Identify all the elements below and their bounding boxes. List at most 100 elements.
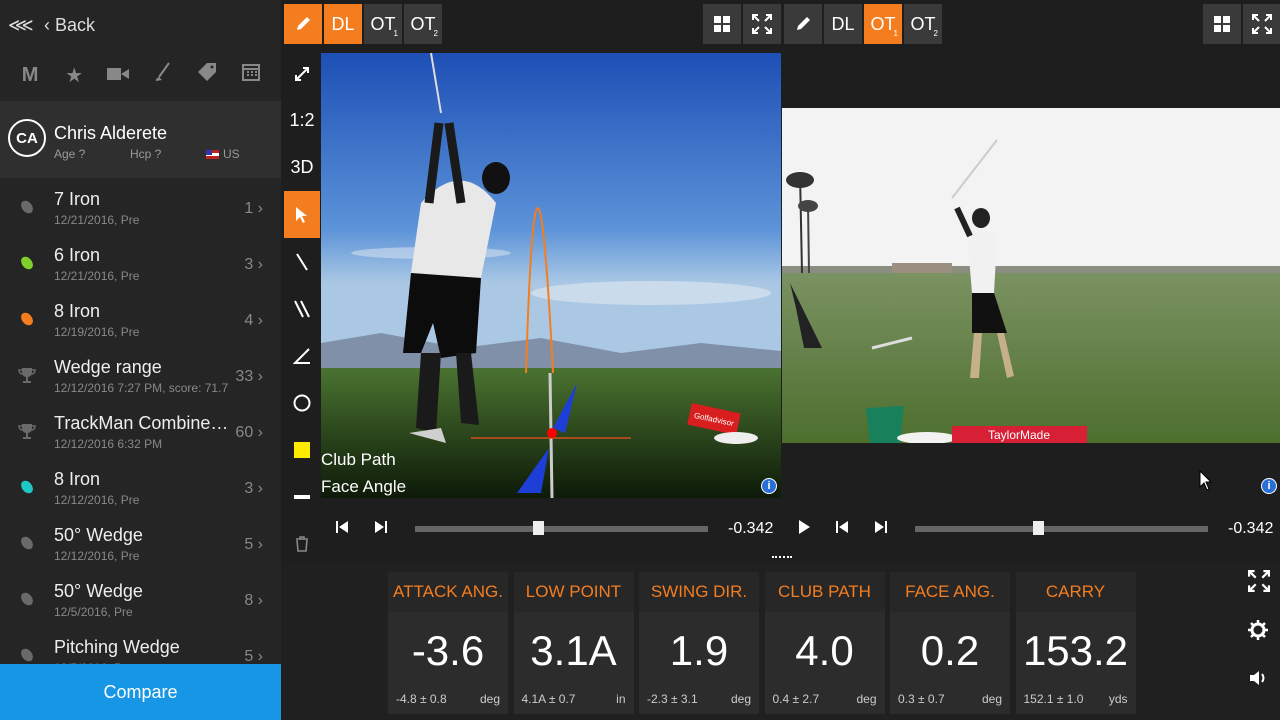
session-item[interactable]: 50° Wedge 12/12/2016, Pre 5 › [0, 514, 281, 570]
compare-button[interactable]: Compare [0, 664, 281, 720]
left-scrubber-handle[interactable] [533, 521, 545, 535]
ot2-view-button[interactable]: OT 2 [404, 4, 442, 44]
session-item[interactable]: 50° Wedge 12/5/2016, Pre 8 › [0, 570, 281, 626]
session-count: 3 › [244, 480, 263, 498]
session-item[interactable]: 8 Iron 12/12/2016, Pre 3 › [0, 458, 281, 514]
back-button[interactable]: ‹ Back [44, 15, 95, 36]
double-line-tool[interactable] [284, 285, 320, 332]
trash-icon [296, 535, 308, 552]
resize-tool[interactable] [284, 50, 320, 97]
left-rewind-button[interactable] [334, 519, 350, 540]
session-item[interactable]: Wedge range 12/12/2016 7:27 PM, score: 7… [0, 346, 281, 402]
filter-bar: M ★ [0, 50, 281, 100]
session-item[interactable]: 7 Iron 12/21/2016, Pre 1 › [0, 178, 281, 234]
right-scrubber-handle[interactable] [1033, 521, 1045, 535]
metrics-fullscreen-button[interactable] [1248, 570, 1270, 598]
skip-forward-icon [875, 521, 887, 533]
grid-button[interactable] [703, 4, 741, 44]
metric-card[interactable]: LOW POINT 3.1A 4.1A ± 0.7 in [513, 572, 634, 714]
right-rewind-button[interactable] [834, 519, 850, 540]
right-ot2-view-button[interactable]: OT 2 [904, 4, 942, 44]
circle-tool[interactable] [284, 379, 320, 426]
ball-icon [18, 534, 36, 552]
expand-icon [1252, 14, 1272, 34]
session-item[interactable]: 8 Iron 12/19/2016, Pre 4 › [0, 290, 281, 346]
player-card[interactable]: CA Chris Alderete Age ? Hcp ? US [0, 101, 281, 178]
ot1-view-button[interactable]: OT 1 [364, 4, 402, 44]
right-dl-view-button[interactable]: DL [824, 4, 862, 44]
grid-icon [714, 16, 730, 32]
flag-icon [206, 149, 219, 159]
ball-icon [18, 198, 36, 216]
left-forward-button[interactable] [373, 519, 389, 540]
session-name: TrackMan Combine T... [54, 413, 229, 433]
left-scrubber[interactable] [415, 518, 708, 540]
metric-card[interactable]: CARRY 153.2 152.1 ± 1.0 yds [1015, 572, 1136, 714]
session-item[interactable]: 6 Iron 12/21/2016, Pre 3 › [0, 234, 281, 290]
ratio-tool[interactable]: 1:2 [284, 97, 320, 144]
overlay-club-path: Club Path [321, 450, 396, 469]
metric-label: FACE ANG. [890, 572, 1010, 612]
right-ot1-view-button[interactable]: OT 1 [864, 4, 902, 44]
calendar-icon[interactable] [237, 63, 265, 87]
3d-tool[interactable]: 3D [284, 144, 320, 191]
session-count: 4 › [244, 312, 263, 330]
tag-icon[interactable] [193, 62, 221, 88]
delete-tool[interactable] [284, 520, 320, 567]
metric-card[interactable]: SWING DIR. 1.9 -2.3 ± 3.1 deg [639, 572, 759, 714]
color-picker[interactable] [284, 426, 320, 473]
session-name: Pitching Wedge [54, 637, 180, 657]
right-scrubber[interactable] [915, 518, 1208, 540]
chevron-right-icon: › [257, 480, 263, 497]
settings-button[interactable] [1248, 620, 1270, 646]
trophy-icon [18, 366, 36, 384]
chevron-right-icon: › [257, 256, 263, 273]
fullscreen-button[interactable] [743, 4, 781, 44]
video-face-on[interactable]: TaylorMade [782, 108, 1280, 443]
session-count: 5 › [244, 536, 263, 554]
metric-card[interactable]: FACE ANG. 0.2 0.3 ± 0.7 deg [890, 572, 1010, 714]
club-icon[interactable] [149, 62, 177, 88]
right-play-button[interactable] [796, 519, 812, 540]
collapse-icon[interactable]: ⋘ [8, 15, 34, 36]
left-scrubber-track [415, 526, 708, 532]
metric-unit: deg [730, 692, 751, 706]
session-date: 12/12/2016, Pre [54, 493, 140, 507]
dl-view-button[interactable]: DL [324, 4, 362, 44]
info-icon[interactable]: i [1261, 478, 1277, 494]
info-icon[interactable]: i [761, 478, 777, 494]
draw-tool-button[interactable] [284, 4, 322, 44]
app-window: ⋘ ‹ Back M ★ CA Chris Alderete Age ? Hcp… [0, 0, 1280, 720]
session-item[interactable]: Pitching Wedge 12/5/2016, Pre 5 › [0, 626, 281, 664]
right-grid-button[interactable] [1203, 4, 1241, 44]
expand-icon [752, 14, 772, 34]
right-forward-button[interactable] [873, 519, 889, 540]
metrics-panel: ATTACK ANG. -3.6 -4.8 ± 0.8 deg LOW POIN… [282, 562, 1280, 720]
star-icon[interactable]: ★ [60, 63, 88, 88]
metric-card[interactable]: CLUB PATH 4.0 0.4 ± 2.7 deg [764, 572, 885, 714]
metric-card[interactable]: ATTACK ANG. -3.6 -4.8 ± 0.8 deg [388, 572, 508, 714]
session-item[interactable]: TrackMan Combine T... 12/12/2016 6:32 PM… [0, 402, 281, 458]
session-name: Wedge range [54, 357, 162, 377]
select-tool[interactable] [284, 191, 320, 238]
left-view-controls [703, 4, 781, 44]
chevron-right-icon: › [257, 424, 263, 441]
sidebar-topbar: ⋘ ‹ Back [0, 0, 281, 50]
filter-m[interactable]: M [16, 64, 44, 87]
right-draw-tool-button[interactable] [784, 4, 822, 44]
metric-value: 3.1A [530, 627, 617, 674]
panel-resize-handle[interactable] [772, 556, 792, 560]
video-down-the-line[interactable]: Golfadvisor [321, 53, 781, 498]
session-count-value: 4 [244, 312, 254, 329]
line-tool[interactable] [284, 238, 320, 285]
video-icon[interactable] [104, 64, 132, 87]
stroke-width-tool[interactable] [284, 473, 320, 520]
right-fullscreen-button[interactable] [1243, 4, 1280, 44]
metric-label: CLUB PATH [764, 572, 885, 612]
left-playback-time: -0.342 [728, 520, 774, 537]
metric-label: SWING DIR. [639, 572, 759, 612]
stroke-icon [294, 494, 310, 499]
sound-button[interactable] [1248, 668, 1270, 694]
angle-tool[interactable] [284, 332, 320, 379]
metric-unit: deg [479, 692, 500, 706]
